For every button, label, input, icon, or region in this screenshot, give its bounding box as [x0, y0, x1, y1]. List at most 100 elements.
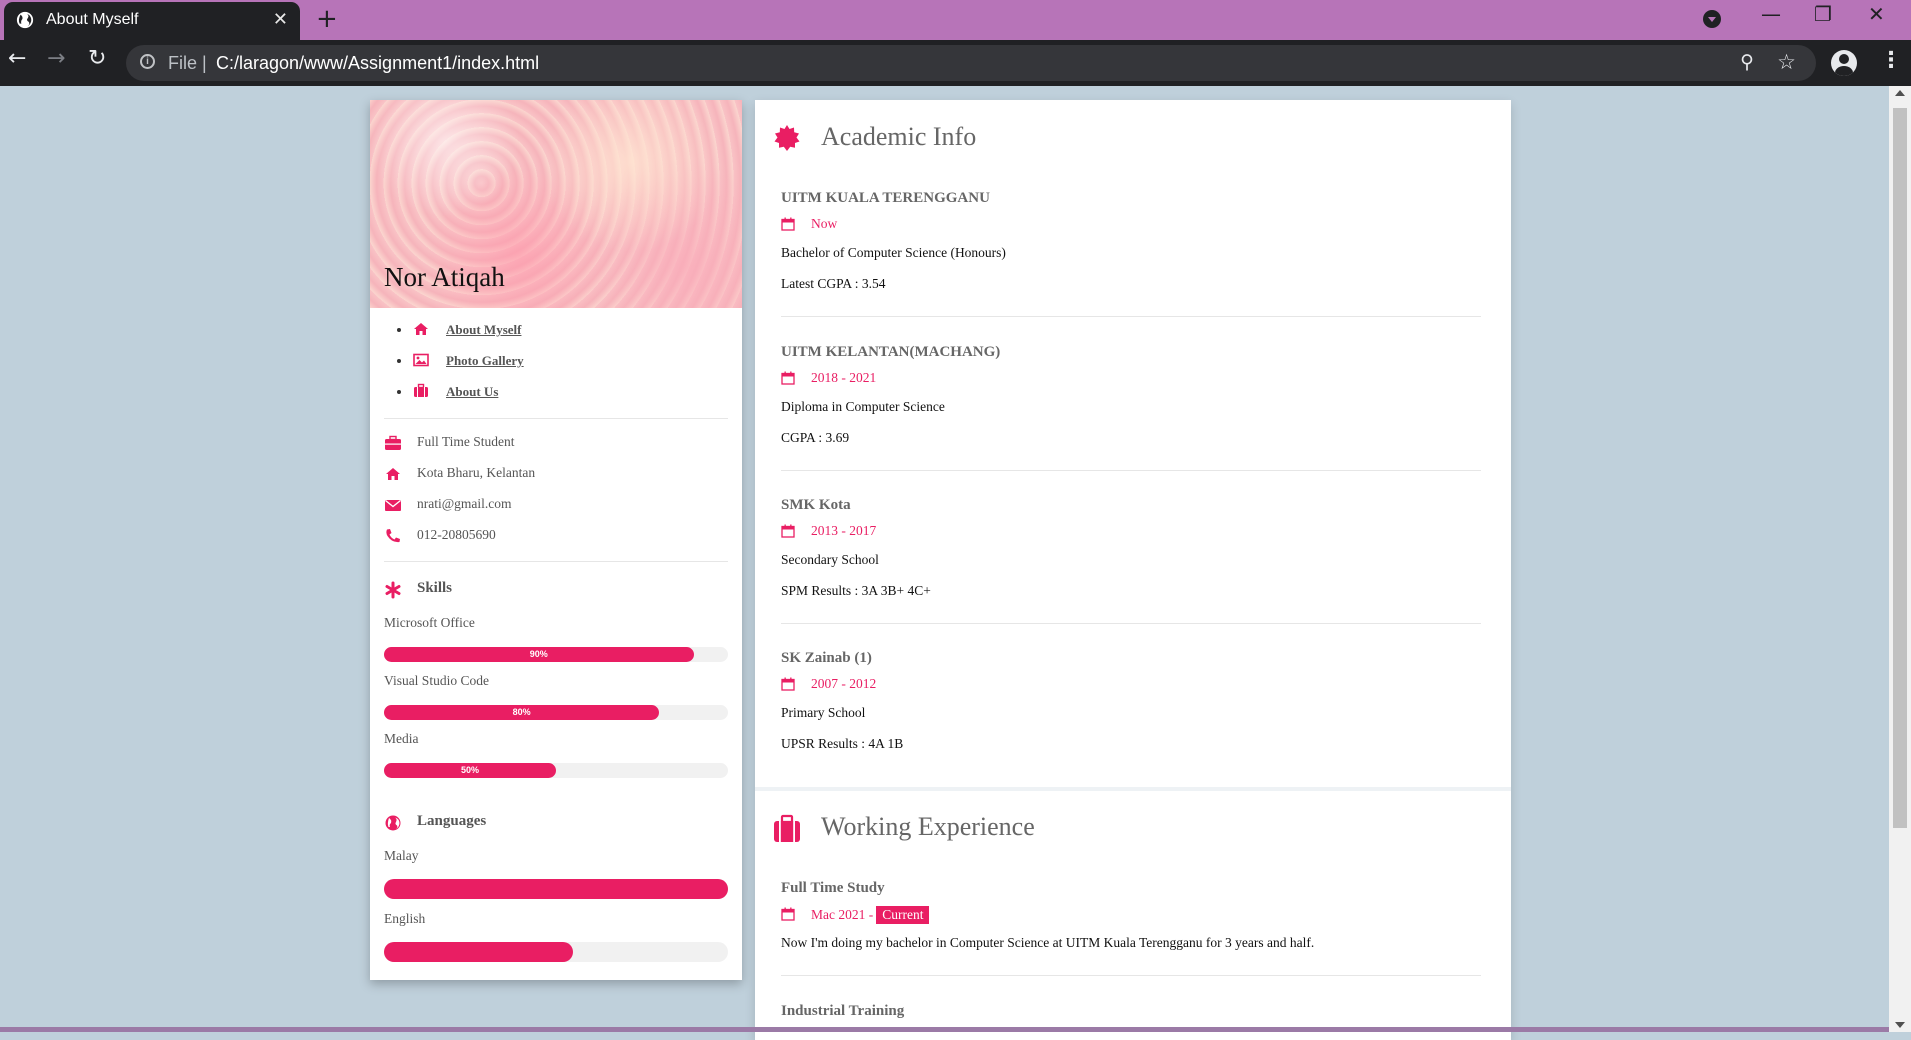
address-separator: | [202, 53, 207, 73]
tab-title: About Myself [46, 11, 139, 28]
taskbar-edge [0, 1027, 1889, 1032]
image-icon [413, 353, 429, 367]
language-label: English [384, 911, 426, 926]
entry-qualification: Primary School [781, 705, 866, 720]
nav-link-photo-gallery[interactable]: Photo Gallery [446, 353, 524, 369]
entry-qualification: Diploma in Computer Science [781, 399, 945, 414]
profile-banner-image: Nor Atiqah [370, 100, 742, 308]
skill-label: Visual Studio Code [384, 673, 489, 688]
job-title: Industrial Training [781, 1003, 905, 1019]
close-window-button[interactable]: ✕ [1868, 2, 1885, 26]
calendar-icon [781, 371, 795, 385]
scroll-down-arrow-icon[interactable] [1895, 1022, 1905, 1028]
tab-search-icon[interactable] [1703, 10, 1721, 28]
languages-title: Languages [417, 813, 487, 829]
globe-icon [385, 815, 401, 831]
language-label: Malay [384, 848, 419, 863]
skill-progress-bar: 90% [384, 647, 728, 662]
profile-nav: About Myself Photo Gallery About Us [397, 320, 524, 413]
language-progress-fill [384, 942, 574, 962]
divider [781, 316, 1481, 317]
language-progress-fill [384, 879, 728, 899]
institution-name: UITM KELANTAN(MACHANG) [781, 344, 1001, 360]
entry-qualification: Bachelor of Computer Science (Honours) [781, 245, 1006, 260]
academic-title: Academic Info [821, 122, 977, 151]
minimize-button[interactable]: — [1761, 2, 1781, 26]
scroll-up-arrow-icon[interactable] [1895, 90, 1905, 96]
bookmark-star-icon[interactable]: ☆ [1777, 50, 1796, 74]
calendar-icon [781, 524, 795, 538]
section-separator [755, 787, 1511, 791]
nav-item-photo-gallery[interactable]: Photo Gallery [397, 351, 524, 382]
back-button[interactable]: ← [8, 46, 26, 71]
skill-progress-bar: 50% [384, 763, 728, 778]
calendar-icon [781, 217, 795, 231]
job-description: Now I'm doing my bachelor in Computer Sc… [781, 935, 1315, 950]
nav-link-about-myself[interactable]: About Myself [446, 322, 521, 338]
institution-name: SMK Kota [781, 497, 851, 513]
divider [384, 561, 728, 562]
skill-label: Media [384, 731, 419, 746]
asterisk-icon [385, 581, 401, 599]
entry-result: UPSR Results : 4A 1B [781, 736, 904, 751]
scrollbar-thumb[interactable] [1893, 108, 1907, 828]
skill-progress-bar: 80% [384, 705, 728, 720]
language-progress-bar [384, 942, 728, 962]
skill-progress-fill: 80% [384, 705, 660, 720]
language-progress-bar [384, 879, 728, 899]
divider [781, 470, 1481, 471]
profile-card: Nor Atiqah About Myself Photo Gallery Ab… [370, 100, 742, 980]
info-email-text: nrati@gmail.com [417, 496, 512, 511]
work-title: Working Experience [821, 812, 1035, 841]
current-badge: Current [876, 906, 930, 924]
browser-toolbar: ← → ↻ i File | C:/laragon/www/Assignment… [0, 40, 1911, 86]
institution-name: SK Zainab (1) [781, 650, 872, 666]
content-card: Academic Info UITM KUALA TERENGGANU Now … [755, 100, 1511, 1040]
divider [781, 975, 1481, 976]
page-scrollbar[interactable] [1889, 86, 1911, 1032]
tab-close-icon[interactable]: ✕ [273, 9, 288, 30]
info-location-text: Kota Bharu, Kelantan [417, 465, 536, 480]
entry-result: CGPA : 3.69 [781, 430, 850, 445]
certificate-icon [774, 125, 800, 151]
info-icon[interactable]: i [140, 54, 155, 69]
zoom-icon[interactable]: ⚲ [1740, 51, 1754, 73]
entry-date-text: 2007 - 2012 [811, 676, 877, 691]
skills-title: Skills [417, 580, 453, 596]
entry-result: Latest CGPA : 3.54 [781, 276, 886, 291]
home-icon [386, 468, 400, 480]
address-bar[interactable]: i File | C:/laragon/www/Assignment1/inde… [126, 45, 1816, 81]
job-title: Full Time Study [781, 880, 885, 896]
forward-button[interactable]: → [47, 46, 65, 71]
suitcase-icon [414, 383, 428, 397]
globe-icon [16, 11, 34, 29]
envelope-icon [385, 499, 401, 511]
entry-qualification: Secondary School [781, 552, 879, 567]
browser-menu-icon[interactable]: ⋮ [1880, 48, 1902, 73]
new-tab-button[interactable]: + [316, 4, 338, 34]
entry-date-text: 2018 - 2021 [811, 370, 877, 385]
briefcase-icon [385, 435, 401, 450]
nav-link-about-us[interactable]: About Us [446, 384, 498, 400]
info-occupation-text: Full Time Student [417, 434, 515, 449]
home-icon [414, 323, 428, 335]
reload-button[interactable]: ↻ [88, 46, 106, 71]
info-phone-text: 012-20805690 [417, 527, 496, 542]
skill-progress-fill: 90% [384, 647, 694, 662]
skill-progress-fill: 50% [384, 763, 556, 778]
tab-strip: About Myself ✕ + — ❐ ✕ [0, 0, 1911, 40]
divider [781, 623, 1481, 624]
nav-item-about-us[interactable]: About Us [397, 382, 498, 413]
nav-item-about-myself[interactable]: About Myself [397, 320, 521, 351]
entry-date-text: Mac 2021 - Current [811, 906, 930, 924]
restore-button[interactable]: ❐ [1814, 2, 1832, 26]
entry-result: SPM Results : 3A 3B+ 4C+ [781, 583, 931, 598]
skill-label: Microsoft Office [384, 615, 475, 630]
address-scheme: File [168, 53, 198, 73]
browser-tab[interactable]: About Myself ✕ [4, 2, 300, 40]
entry-date-text: Now [811, 216, 838, 231]
calendar-icon [781, 677, 795, 691]
divider [384, 418, 728, 419]
address-url[interactable]: C:/laragon/www/Assignment1/index.html [216, 53, 539, 74]
account-avatar-icon[interactable] [1831, 50, 1857, 76]
